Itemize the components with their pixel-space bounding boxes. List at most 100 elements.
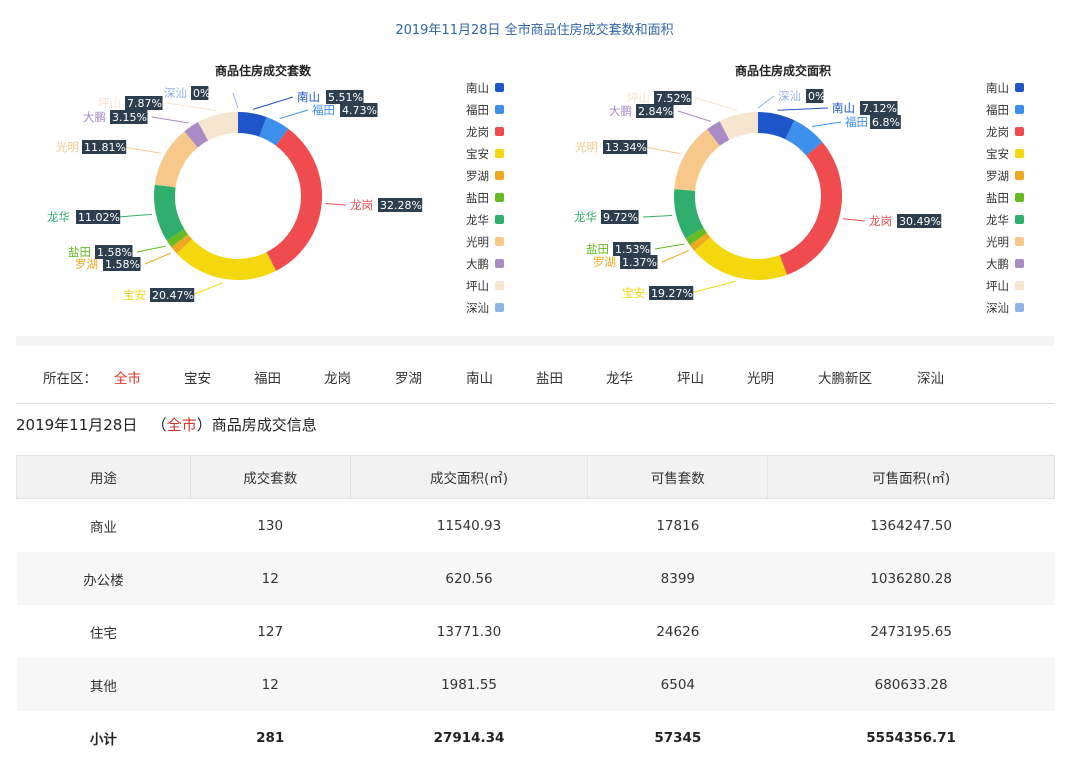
donut-slice[interactable] <box>154 131 198 188</box>
slice-label: 大鹏 <box>609 104 632 118</box>
leader-line <box>191 282 224 296</box>
slice-label: 南山 <box>832 101 855 115</box>
district-item-guangming[interactable]: 光明 <box>747 367 774 387</box>
pct-label: 13.34% <box>605 141 647 154</box>
pct-label: 6.8% <box>872 116 900 129</box>
slice-label: 深汕 <box>778 89 801 103</box>
table-total-row: 小计 281 27914.34 57345 5554356.71 <box>17 711 1055 764</box>
legend-label: 深汕 <box>466 301 489 315</box>
slice-label: 坪山 <box>627 91 650 105</box>
legend-swatch[interactable] <box>495 127 504 136</box>
district-item-baoan[interactable]: 宝安 <box>184 367 211 387</box>
legend-label: 光明 <box>986 235 1009 249</box>
district-item-all[interactable]: 全市 <box>114 367 141 387</box>
pct-label: 7.52% <box>656 92 691 105</box>
district-item-dapeng[interactable]: 大鹏新区 <box>818 367 872 387</box>
pct-label: 9.72% <box>603 211 638 224</box>
cell-deal-area: 27914.34 <box>433 729 505 746</box>
district-item-shenshan[interactable]: 深汕 <box>917 367 944 387</box>
pct-label: 1.37% <box>622 256 657 269</box>
leader-line <box>123 146 162 154</box>
legend-swatch[interactable] <box>1015 281 1024 290</box>
legend-label: 龙华 <box>466 213 489 227</box>
pct-label: 11.81% <box>84 141 126 154</box>
page-title: 2019年11月28日 全市商品住房成交套数和面积 <box>395 23 674 38</box>
leader-line <box>644 146 681 155</box>
leader-line <box>654 243 685 250</box>
pct-label: 30.49% <box>899 215 941 228</box>
slice-label: 光明 <box>56 140 79 154</box>
cell-deal-units: 130 <box>257 517 284 534</box>
slice-label: 南山 <box>297 90 320 104</box>
header-deal-area: 成交面积(㎡) <box>349 455 589 499</box>
district-item-yantian[interactable]: 盐田 <box>536 367 563 387</box>
donut-slice[interactable] <box>154 184 185 241</box>
legend-swatch[interactable] <box>495 193 504 202</box>
leader-line <box>661 250 690 263</box>
slice-label: 盐田 <box>68 245 91 259</box>
cell-available-units: 6504 <box>587 658 768 711</box>
legend-swatch[interactable] <box>1015 193 1024 202</box>
chart-area: 商品住房成交面积南山 7.12%南山福田 6.8%福田龙岗 30.49%龙岗宝安 19.… <box>574 63 1024 315</box>
district-item-luohu[interactable]: 罗湖 <box>395 367 422 387</box>
donut-slice[interactable] <box>779 142 842 275</box>
pct-label: 3.15% <box>112 111 147 124</box>
district-item-futian[interactable]: 福田 <box>254 367 281 387</box>
leader-line <box>232 92 239 109</box>
legend-swatch[interactable] <box>495 215 504 224</box>
legend-swatch[interactable] <box>1015 127 1024 136</box>
legend-swatch[interactable] <box>1015 215 1024 224</box>
info-close-paren: ） <box>196 416 212 434</box>
legend-swatch[interactable] <box>1015 171 1024 180</box>
legend-swatch[interactable] <box>495 105 504 114</box>
district-filter-bar: 所在区： 全市 宝安 福田 龙岗 罗湖 南山 盐田 龙华 坪山 光明 大鹏新区 … <box>16 347 1054 404</box>
slice-label: 大鹏 <box>83 110 106 124</box>
slice-label: 龙华 <box>47 210 70 224</box>
donut-slice[interactable] <box>176 239 277 280</box>
cell-available-area: 680633.28 <box>767 658 1055 711</box>
district-item-nanshan[interactable]: 南山 <box>466 367 493 387</box>
donut-slice[interactable] <box>266 128 322 271</box>
leader-line <box>642 215 673 218</box>
district-item-longgang[interactable]: 龙岗 <box>324 367 351 387</box>
legend-swatch[interactable] <box>1015 149 1024 158</box>
legend-label: 罗湖 <box>466 169 489 183</box>
legend-swatch[interactable] <box>1015 237 1024 246</box>
slice-label: 罗湖 <box>75 257 98 271</box>
legend-swatch[interactable] <box>1015 259 1024 268</box>
pct-label: 32.28% <box>380 199 422 212</box>
slice-label: 龙岗 <box>350 198 373 212</box>
district-item-pingshan[interactable]: 坪山 <box>677 367 704 387</box>
pct-label: 1.58% <box>105 258 140 271</box>
header-usage: 用途 <box>16 455 191 499</box>
legend-swatch[interactable] <box>495 259 504 268</box>
donut-slice[interactable] <box>694 237 787 281</box>
legend-swatch[interactable] <box>495 237 504 246</box>
pct-label: 0% <box>193 87 210 100</box>
leader-line <box>117 213 152 218</box>
legend-swatch[interactable] <box>1015 105 1024 114</box>
table-row: 办公楼 12 620.56 8399 1036280.28 <box>16 552 1055 605</box>
leader-line <box>842 218 866 222</box>
leader-line <box>279 109 309 120</box>
legend-swatch[interactable] <box>495 171 504 180</box>
pct-label: 0% <box>808 90 825 103</box>
legend-label: 南山 <box>986 81 1009 95</box>
legend-label: 福田 <box>986 103 1009 117</box>
table-row: 住宅 127 13771.30 24626 2473195.65 <box>17 605 1055 658</box>
legend-swatch[interactable] <box>495 281 504 290</box>
cell-deal-area: 13771.30 <box>436 623 502 640</box>
legend-swatch[interactable] <box>1015 303 1024 312</box>
legend-label: 龙岗 <box>466 125 489 139</box>
legend-swatch[interactable] <box>495 303 504 312</box>
legend-label: 福田 <box>466 103 489 117</box>
legend-swatch[interactable] <box>1015 83 1024 92</box>
donut-slice[interactable] <box>674 129 720 191</box>
slice-label: 宝安 <box>622 286 645 300</box>
legend-swatch[interactable] <box>495 83 504 92</box>
district-item-longhua[interactable]: 龙华 <box>606 367 633 387</box>
legend-swatch[interactable] <box>495 149 504 158</box>
donut-charts: 商品住房成交套数南山 5.51%南山福田 4.73% 福田龙岗 32.28%龙岗宝安 20… <box>47 63 1024 315</box>
pct-label: 1.53% <box>615 243 650 256</box>
cell-usage: 商业 <box>89 519 117 536</box>
